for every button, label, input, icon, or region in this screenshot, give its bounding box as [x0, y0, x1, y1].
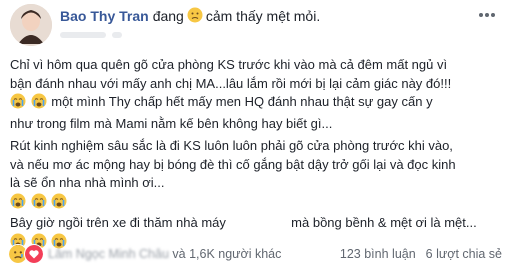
- post-content: Chỉ vì hôm qua quên gõ cửa phòng KS trướ…: [10, 56, 500, 258]
- post-meta-placeholder: [60, 28, 122, 42]
- crying-face-icon: [31, 193, 47, 215]
- love-reaction-icon: [24, 244, 44, 264]
- text-line: Bây giờ ngồi trên xe đi thăm nhà máy: [10, 215, 226, 230]
- paragraph-1: Chỉ vì hôm qua quên gõ cửa phòng KS trướ…: [10, 56, 500, 133]
- avatar[interactable]: [10, 4, 52, 46]
- crying-face-icon: [31, 93, 47, 115]
- crying-face-icon: [10, 93, 26, 115]
- shares-count[interactable]: 6 lượt chia sẻ: [426, 247, 502, 261]
- text-line-with-gap: Bây giờ ngồi trên xe đi thăm nhà máy mà …: [10, 214, 500, 233]
- post-header: Bao Thy Tran đang cảm thấy mệt mỏi.: [60, 6, 320, 26]
- feeling-text: cảm thấy mệt mỏi.: [205, 8, 321, 24]
- sad-face-icon: [187, 7, 203, 26]
- emoji-row: [10, 193, 500, 215]
- more-dots-icon[interactable]: [476, 8, 498, 22]
- text-line: như trong film mà Mami nằm kế bên không …: [10, 115, 333, 131]
- reactor-count[interactable]: và 1,6K người khác: [172, 247, 281, 261]
- text-line: Rút kinh nghiệm sâu sắc là đi KS luôn lu…: [10, 138, 453, 153]
- text-line: bận đánh nhau với mấy anh chị MA...lâu l…: [10, 75, 452, 91]
- author-name[interactable]: Bao Thy Tran: [60, 8, 149, 24]
- text-line: là sẽ ổn nha nhà mình ơi...: [10, 175, 165, 190]
- comments-count[interactable]: 123 bình luận: [340, 247, 416, 261]
- crying-face-icon: [10, 193, 26, 215]
- text-line: Chỉ vì hôm qua quên gõ cửa phòng KS trướ…: [10, 57, 448, 72]
- engagement-counts: 123 bình luận 6 lượt chia sẻ: [340, 247, 502, 261]
- text-line-with-emoji: một mình Thy chấp hết mấy men HQ đánh nh…: [10, 93, 500, 115]
- crying-face-icon: [51, 193, 67, 215]
- post-footer: Lâm Ngọc Minh Châu và 1,6K người khác 12…: [8, 244, 502, 264]
- reactor-name[interactable]: Lâm Ngọc Minh Châu: [48, 247, 169, 261]
- feeling-verb: đang: [152, 8, 184, 24]
- reactors-summary[interactable]: Lâm Ngọc Minh Châu và 1,6K người khác: [48, 247, 281, 261]
- text-line: và nếu mơ ác mộng hay bị bóng đè thì cố …: [10, 156, 456, 172]
- paragraph-2: Rút kinh nghiệm sâu sắc là đi KS luôn lu…: [10, 137, 500, 254]
- reaction-icons[interactable]: [8, 244, 44, 264]
- text-line: mà bồng bềnh & mệt ơi là mệt...: [291, 215, 477, 230]
- facebook-post: Bao Thy Tran đang cảm thấy mệt mỏi. Chỉ …: [0, 0, 510, 269]
- text-line: một mình Thy chấp hết mấy men HQ đánh nh…: [51, 94, 433, 109]
